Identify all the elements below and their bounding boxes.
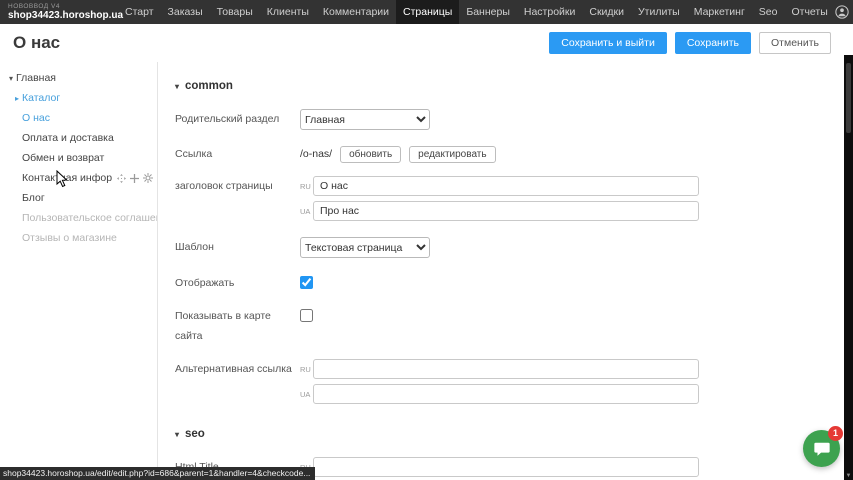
- menu-item-start[interactable]: Старт: [118, 0, 161, 24]
- chat-launcher-button[interactable]: 1: [803, 430, 840, 467]
- menu-item-orders[interactable]: Заказы: [161, 0, 210, 24]
- scrollbar-thumb[interactable]: [846, 63, 851, 133]
- field-display: Отображать: [175, 273, 844, 293]
- save-and-exit-button[interactable]: Сохранить и выйти: [549, 32, 667, 54]
- app-window: НОВОВВОД V4 shop34423.horoshop.ua Старт …: [0, 0, 853, 480]
- page-title-ua-input[interactable]: [313, 201, 699, 221]
- menu-item-clients[interactable]: Клиенты: [260, 0, 316, 24]
- sidebar-item-label: Каталог: [22, 92, 60, 104]
- pages-tree-sidebar: ▾ Главная ▸ Каталог О нас Оплата и доста…: [0, 62, 158, 480]
- scroll-down-icon[interactable]: ▼: [844, 473, 853, 479]
- field-label: Показывать в карте сайта: [175, 306, 300, 346]
- sidebar-item-label: Отзывы о магазине: [22, 232, 117, 244]
- menu-item-marketing[interactable]: Маркетинг: [687, 0, 752, 24]
- settings-gear-icon[interactable]: [143, 173, 153, 183]
- menu-item-comments[interactable]: Комментарии: [316, 0, 396, 24]
- field-label: Альтернативная ссылка: [175, 359, 300, 379]
- brand[interactable]: НОВОВВОД V4 shop34423.horoshop.ua: [0, 0, 118, 24]
- collapsed-arrow-icon[interactable]: ▸: [12, 94, 22, 103]
- sidebar-item-label: Обмен и возврат: [22, 152, 104, 164]
- sidebar-item-payment-delivery[interactable]: Оплата и доставка: [0, 128, 157, 148]
- top-menu: Старт Заказы Товары Клиенты Комментарии …: [118, 0, 835, 24]
- vertical-scrollbar[interactable]: ▼: [844, 55, 853, 480]
- topbar-right: ≡: [835, 0, 853, 24]
- field-label: Родительский раздел: [175, 109, 300, 129]
- field-label: Ссылка: [175, 144, 300, 164]
- sidebar-item-user-agreement[interactable]: Пользовательское соглашение: [0, 208, 157, 228]
- sidebar-item-exchange-return[interactable]: Обмен и возврат: [0, 148, 157, 168]
- field-link: Ссылка /o-nas/ обновить редактировать: [175, 144, 844, 164]
- template-select[interactable]: Текстовая страница: [300, 237, 430, 258]
- sidebar-item-contact-info[interactable]: Контактная инфор: [0, 168, 157, 188]
- header-actions: Сохранить и выйти Сохранить Отменить: [549, 32, 831, 54]
- menu-item-settings[interactable]: Настройки: [517, 0, 583, 24]
- lang-ru-badge: RU: [300, 365, 313, 374]
- field-alt-link: Альтернативная ссылка RU UA: [175, 359, 844, 404]
- section-seo-header[interactable]: ▾ seo: [175, 428, 844, 440]
- field-template: Шаблон Текстовая страница: [175, 237, 844, 258]
- expanded-arrow-icon[interactable]: ▾: [6, 74, 16, 83]
- menu-item-reports[interactable]: Отчеты: [784, 0, 834, 24]
- page-edit-form: ▾ common Родительский раздел Главная Ссы…: [158, 62, 844, 480]
- menu-item-banners[interactable]: Баннеры: [459, 0, 517, 24]
- chat-unread-badge: 1: [828, 426, 843, 441]
- sidebar-item-label: Блог: [22, 192, 45, 204]
- save-button[interactable]: Сохранить: [675, 32, 751, 54]
- lang-ua-badge: UA: [300, 207, 313, 216]
- row-actions: [117, 173, 157, 183]
- brand-domain: shop34423.horoshop.ua: [8, 10, 108, 21]
- page-title: О нас: [13, 33, 60, 53]
- menu-item-pages[interactable]: Страницы: [396, 0, 459, 24]
- field-label: заголовок страницы: [175, 176, 300, 196]
- cancel-button[interactable]: Отменить: [759, 32, 831, 54]
- menu-item-utilities[interactable]: Утилиты: [631, 0, 687, 24]
- link-value: /o-nas/: [300, 144, 332, 164]
- sidebar-item-label: Пользовательское соглашение: [22, 212, 157, 224]
- html-title-ru-input[interactable]: [313, 457, 699, 477]
- section-arrow-icon: ▾: [175, 82, 179, 91]
- link-refresh-button[interactable]: обновить: [340, 146, 401, 163]
- section-title: seo: [185, 428, 205, 440]
- alt-link-ua-input[interactable]: [313, 384, 699, 404]
- section-title: common: [185, 80, 233, 92]
- drag-handle-icon[interactable]: [117, 174, 126, 183]
- sidebar-item-label: Контактная инфор: [22, 172, 112, 184]
- section-arrow-icon: ▾: [175, 430, 179, 439]
- sidebar-item-catalog[interactable]: ▸ Каталог: [0, 88, 157, 108]
- page-title-ru-input[interactable]: [313, 176, 699, 196]
- add-page-icon[interactable]: [130, 174, 139, 183]
- field-label: Шаблон: [175, 237, 300, 257]
- sidebar-item-home[interactable]: ▾ Главная: [0, 68, 157, 88]
- brand-version: НОВОВВОД V4: [8, 3, 108, 10]
- section-common-header[interactable]: ▾ common: [175, 80, 844, 92]
- page-header: О нас Сохранить и выйти Сохранить Отмени…: [0, 24, 844, 62]
- sidebar-item-label: О нас: [22, 112, 50, 124]
- sidebar-item-store-reviews[interactable]: Отзывы о магазине: [0, 228, 157, 248]
- lang-ru-badge: RU: [300, 182, 313, 191]
- sidebar-item-label: Оплата и доставка: [22, 132, 114, 144]
- display-checkbox[interactable]: [300, 276, 313, 289]
- browser-status-url: shop34423.horoshop.ua/edit/edit.php?id=6…: [0, 467, 315, 480]
- link-edit-button[interactable]: редактировать: [409, 146, 495, 163]
- menu-item-products[interactable]: Товары: [210, 0, 260, 24]
- parent-section-select[interactable]: Главная: [300, 109, 430, 130]
- menu-item-seo[interactable]: Seo: [752, 0, 785, 24]
- lang-ua-badge: UA: [300, 390, 313, 399]
- menu-item-discounts[interactable]: Скидки: [582, 0, 631, 24]
- field-parent-section: Родительский раздел Главная: [175, 109, 844, 130]
- alt-link-ru-input[interactable]: [313, 359, 699, 379]
- sitemap-checkbox[interactable]: [300, 309, 313, 322]
- field-label: Отображать: [175, 273, 300, 293]
- account-icon[interactable]: [835, 5, 849, 19]
- sidebar-item-label: Главная: [16, 72, 56, 84]
- chat-bubble-icon: [813, 440, 831, 458]
- sidebar-item-about[interactable]: О нас: [0, 108, 157, 128]
- field-page-title: заголовок страницы RU UA: [175, 176, 844, 221]
- field-sitemap: Показывать в карте сайта: [175, 306, 844, 346]
- sidebar-item-blog[interactable]: Блог: [0, 188, 157, 208]
- topbar: НОВОВВОД V4 shop34423.horoshop.ua Старт …: [0, 0, 853, 24]
